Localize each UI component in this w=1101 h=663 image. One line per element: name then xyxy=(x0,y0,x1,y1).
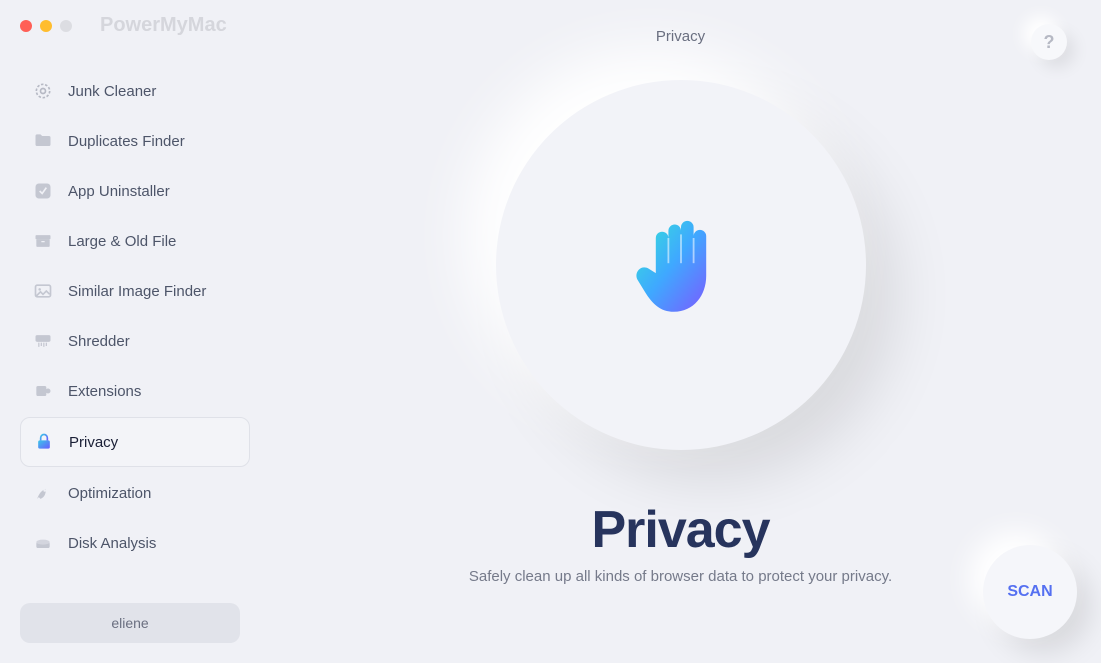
help-icon: ? xyxy=(1044,32,1055,53)
help-button[interactable]: ? xyxy=(1031,24,1067,60)
sidebar: PowerMyMac Junk Cleaner Duplicates Finde… xyxy=(0,0,260,663)
sidebar-item-large-old-file[interactable]: Large & Old File xyxy=(20,217,250,265)
hero-title: Privacy xyxy=(591,500,769,560)
maximize-window-button[interactable] xyxy=(60,20,72,32)
sidebar-item-shredder[interactable]: Shredder xyxy=(20,317,250,365)
sidebar-item-optimization[interactable]: Optimization xyxy=(20,469,250,517)
sidebar-item-disk-analysis[interactable]: Disk Analysis xyxy=(20,519,250,567)
sidebar-item-label: Disk Analysis xyxy=(68,535,156,552)
sidebar-item-duplicates-finder[interactable]: Duplicates Finder xyxy=(20,117,250,165)
sidebar-item-extensions[interactable]: Extensions xyxy=(20,367,250,415)
sidebar-item-label: Privacy xyxy=(69,434,118,451)
sidebar-item-app-uninstaller[interactable]: App Uninstaller xyxy=(20,167,250,215)
hand-stop-icon xyxy=(636,210,726,320)
app-icon xyxy=(32,180,54,202)
sidebar-item-label: Shredder xyxy=(68,333,130,350)
app-window: PowerMyMac Junk Cleaner Duplicates Finde… xyxy=(0,0,1101,663)
titlebar: PowerMyMac xyxy=(20,14,250,37)
shredder-icon xyxy=(32,330,54,352)
minimize-window-button[interactable] xyxy=(40,20,52,32)
rocket-icon xyxy=(32,482,54,504)
scan-button[interactable]: SCAN xyxy=(983,545,1077,639)
main-panel: Privacy ? xyxy=(260,0,1101,663)
sidebar-item-label: App Uninstaller xyxy=(68,183,170,200)
puzzle-icon xyxy=(32,380,54,402)
sidebar-item-label: Duplicates Finder xyxy=(68,133,185,150)
folder-icon xyxy=(32,130,54,152)
user-name: eliene xyxy=(111,615,148,631)
sidebar-item-junk-cleaner[interactable]: Junk Cleaner xyxy=(20,67,250,115)
archive-icon xyxy=(32,230,54,252)
image-icon xyxy=(32,280,54,302)
sidebar-item-label: Extensions xyxy=(68,383,141,400)
window-controls xyxy=(20,20,72,32)
hero-illustration xyxy=(496,80,866,450)
sidebar-item-label: Similar Image Finder xyxy=(68,283,206,300)
hero-subtitle: Safely clean up all kinds of browser dat… xyxy=(469,568,892,585)
close-window-button[interactable] xyxy=(20,20,32,32)
sidebar-nav: Junk Cleaner Duplicates Finder App Unins… xyxy=(20,67,250,567)
lock-icon xyxy=(33,431,55,453)
user-account[interactable]: eliene xyxy=(20,603,240,643)
sidebar-item-label: Large & Old File xyxy=(68,233,176,250)
app-title: PowerMyMac xyxy=(100,14,227,37)
scan-button-label: SCAN xyxy=(1007,583,1052,601)
disk-icon xyxy=(32,532,54,554)
sidebar-item-label: Optimization xyxy=(68,485,151,502)
sidebar-item-label: Junk Cleaner xyxy=(68,83,156,100)
target-icon xyxy=(32,80,54,102)
sidebar-item-privacy[interactable]: Privacy xyxy=(20,417,250,467)
section-header: Privacy xyxy=(656,28,705,45)
sidebar-item-similar-image-finder[interactable]: Similar Image Finder xyxy=(20,267,250,315)
